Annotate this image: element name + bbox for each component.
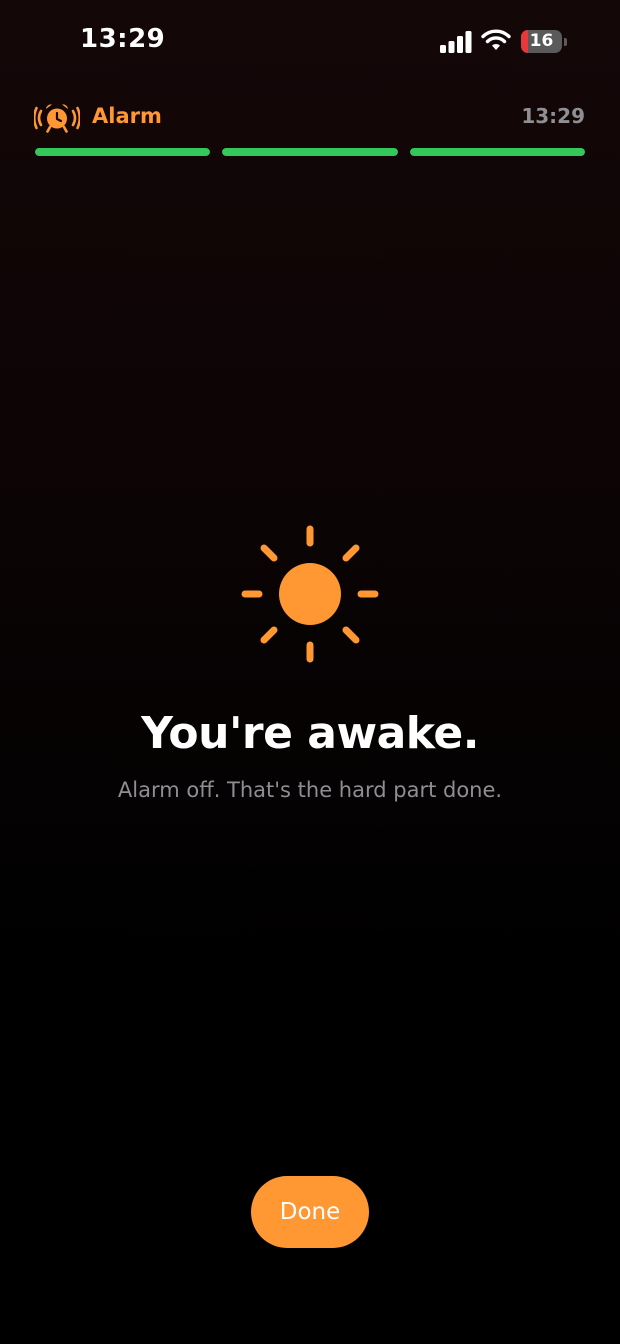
done-button[interactable]: Done <box>251 1176 369 1248</box>
wifi-icon <box>481 29 511 50</box>
status-bar: 13:29 16 <box>0 0 620 84</box>
alarm-time: 13:29 <box>521 104 585 128</box>
signal-icon <box>440 31 472 53</box>
done-button-label: Done <box>279 1199 341 1225</box>
progress-segment <box>222 148 398 156</box>
alarm-header: Alarm 13:29 <box>34 100 586 136</box>
headline: You're awake. <box>141 708 479 759</box>
subtitle: Alarm off. That's the hard part done. <box>117 778 503 802</box>
battery-nub <box>564 38 567 46</box>
progress-segment <box>409 148 585 156</box>
sun-icon <box>241 525 379 663</box>
battery-body: 16 <box>521 30 562 53</box>
progress-bar <box>35 148 585 156</box>
progress-segment-fill <box>222 148 398 156</box>
status-time: 13:29 <box>80 24 166 54</box>
alarm-clock-ringing-icon <box>34 104 80 133</box>
progress-segment <box>35 148 211 156</box>
progress-segment-fill <box>35 148 211 156</box>
alarm-title: Alarm <box>92 104 162 128</box>
battery-level: 16 <box>529 31 554 51</box>
battery-icon: 16 <box>521 30 567 54</box>
progress-segment-fill <box>409 148 585 156</box>
